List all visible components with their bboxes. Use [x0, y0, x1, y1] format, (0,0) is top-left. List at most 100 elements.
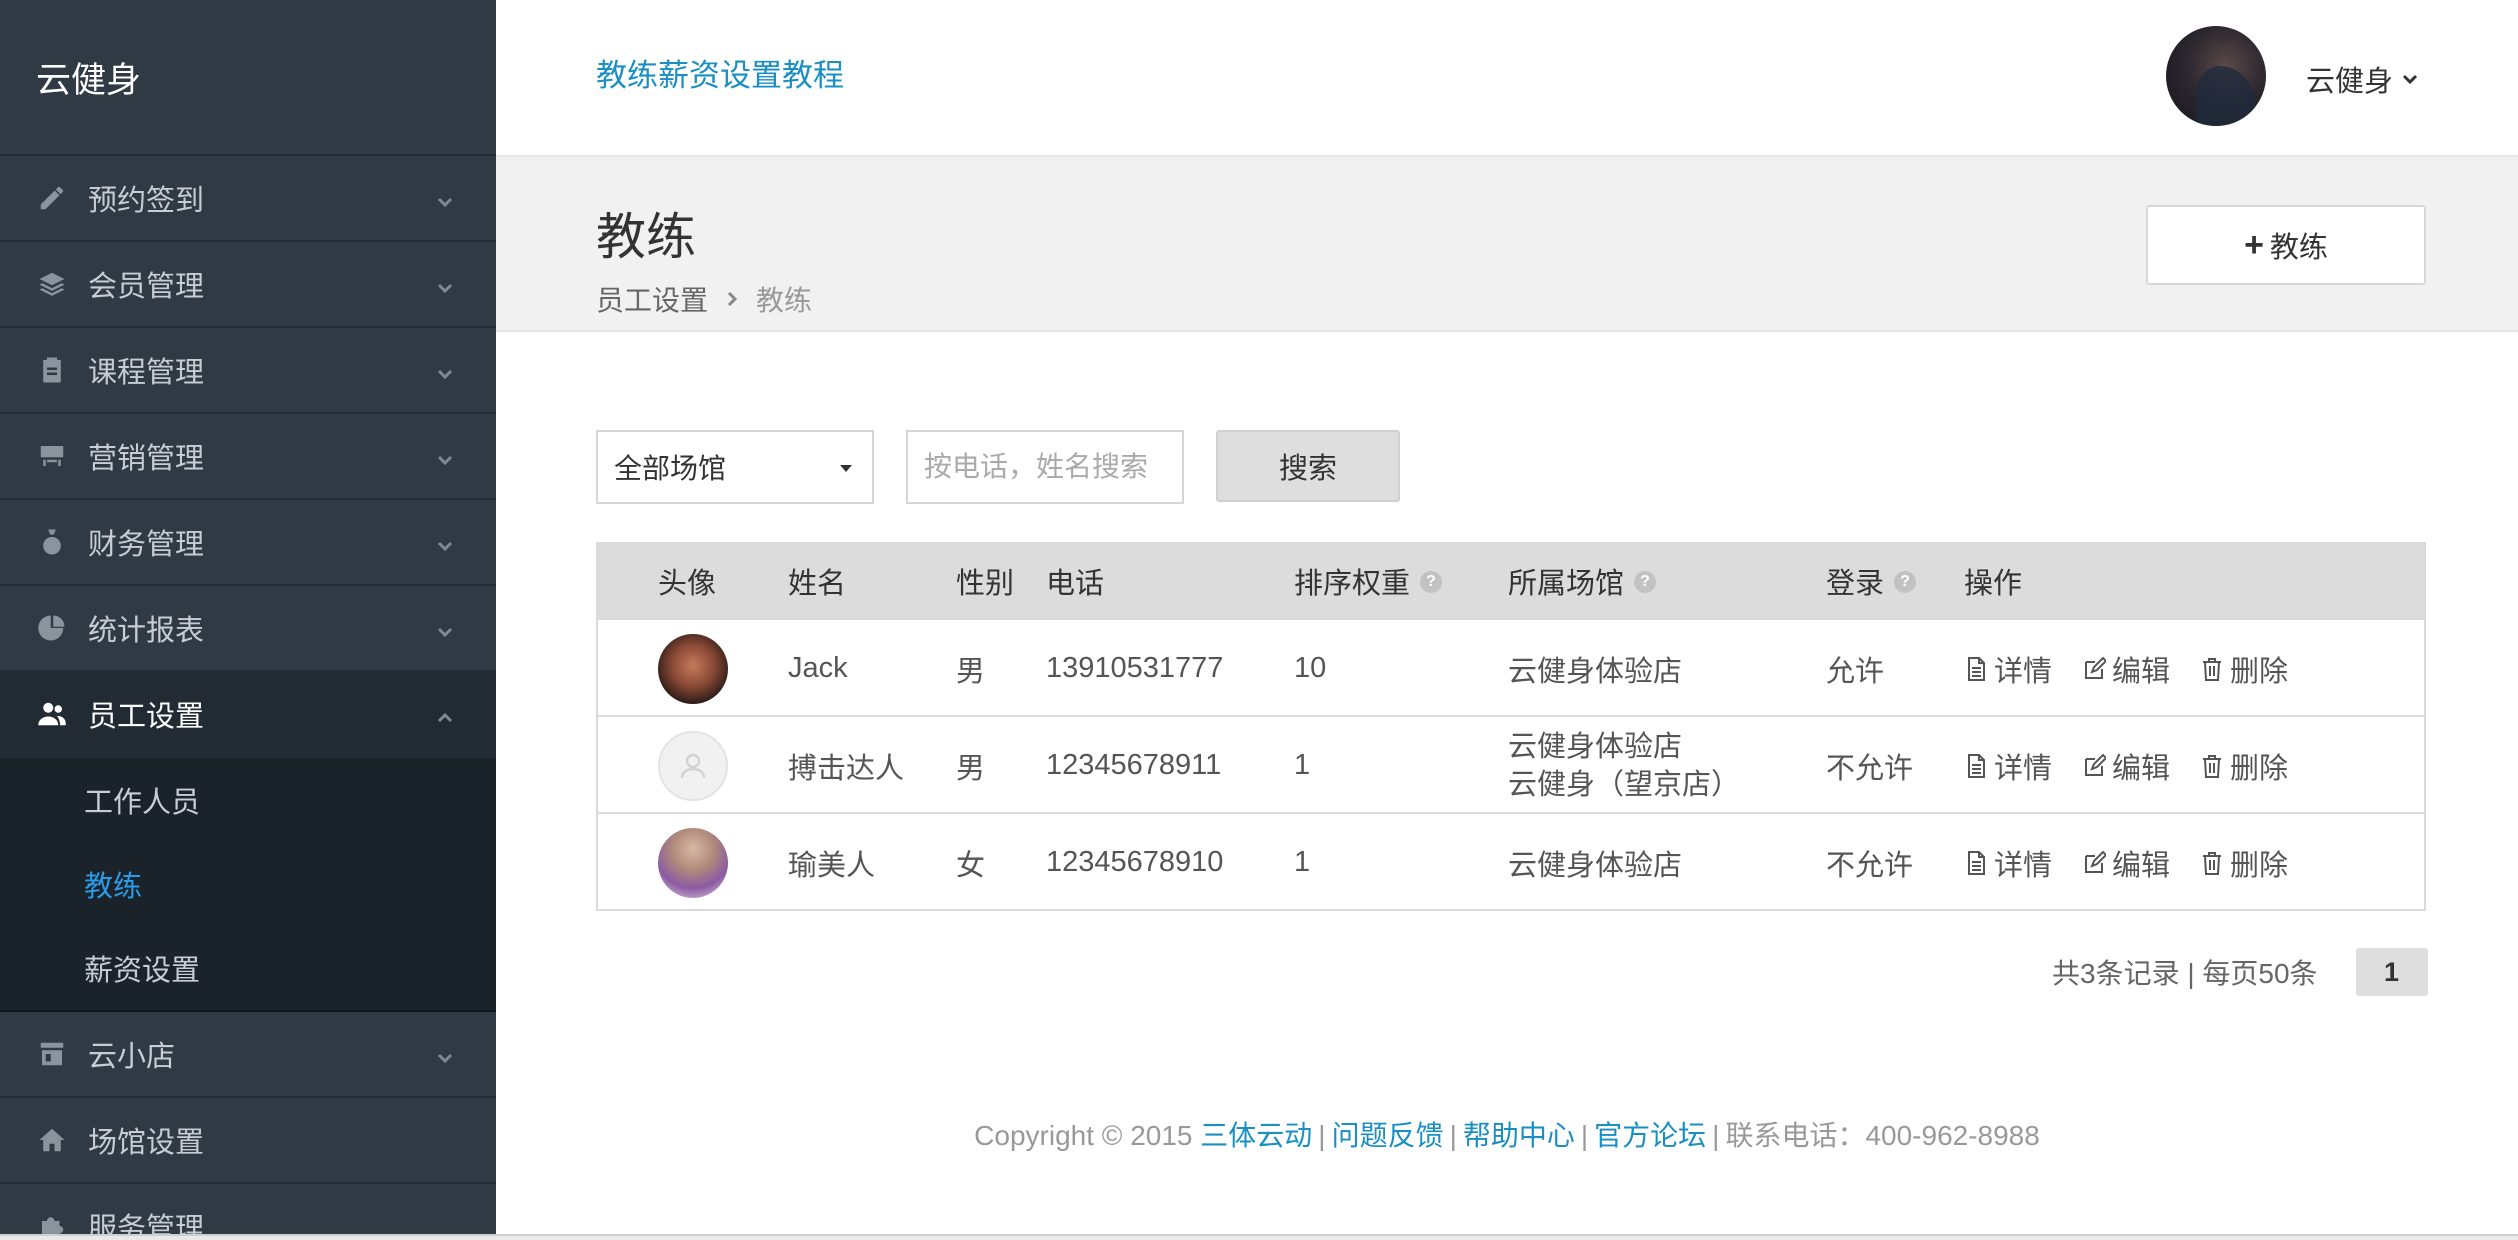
- edit-icon: [2085, 656, 2107, 679]
- help-icon[interactable]: ?: [1634, 571, 1657, 594]
- cell-gender: 男: [956, 752, 986, 785]
- col-ops: 操作: [1964, 568, 2023, 600]
- page-header: 教练 员工设置 教练 + 教练: [496, 157, 2518, 332]
- help-icon[interactable]: ?: [1420, 571, 1443, 594]
- chevron-down-icon: [434, 188, 456, 210]
- submenu-item-salary[interactable]: 薪资设置: [0, 926, 496, 1010]
- edit-button[interactable]: 编辑: [2082, 745, 2170, 787]
- col-name: 姓名: [788, 568, 847, 600]
- col-venue-label: 所属场馆: [1508, 568, 1625, 600]
- plus-icon: +: [2244, 225, 2264, 264]
- search-input[interactable]: [906, 430, 1184, 504]
- user-menu[interactable]: 云健身: [2306, 58, 2419, 100]
- col-weight: 排序权重?: [1294, 560, 1443, 602]
- trash-icon: [2203, 754, 2222, 778]
- filter-bar: 全部场馆 搜索: [596, 430, 1400, 504]
- chevron-down-icon: [434, 1044, 456, 1066]
- col-gender: 性别: [956, 568, 1015, 600]
- col-phone: 电话: [1046, 568, 1105, 600]
- venue-select[interactable]: 全部场馆: [596, 430, 874, 504]
- caret-down-icon: [840, 465, 852, 472]
- chevron-down-icon: [434, 532, 456, 554]
- chevron-down-icon: [2402, 74, 2418, 85]
- sidebar-item-booking[interactable]: 预约签到: [0, 156, 496, 242]
- sidebar-item-members[interactable]: 会员管理: [0, 242, 496, 328]
- sidebar-item-services[interactable]: 服务管理: [0, 1184, 496, 1240]
- help-icon[interactable]: ?: [1894, 571, 1917, 594]
- sidebar: 云健身 预约签到 会员管理 课程管理 营销管理 财务管理 统计报表 员工设置 工…: [0, 0, 496, 1240]
- pencil-icon: [36, 182, 68, 214]
- footer-link-feedback[interactable]: 问题反馈: [1332, 1120, 1444, 1151]
- cell-name: Jack: [788, 652, 848, 684]
- detail-button[interactable]: 详情: [1964, 745, 2052, 787]
- cell-phone: 12345678910: [1046, 846, 1224, 878]
- row-actions: 详情 编辑 删除: [1964, 814, 2318, 911]
- add-coach-button[interactable]: + 教练: [2146, 205, 2426, 285]
- top-bar: 教练薪资设置教程 云健身: [496, 0, 2518, 157]
- sidebar-item-label: 统计报表: [88, 615, 205, 647]
- copyright: Copyright © 2015: [974, 1120, 1193, 1151]
- staff-submenu: 工作人员 教练 薪资设置: [0, 758, 496, 1012]
- user-icon: [680, 753, 706, 778]
- chevron-down-icon: [434, 618, 456, 640]
- user-avatar[interactable]: [2166, 26, 2266, 126]
- table-header: 头像 姓名 性别 电话 排序权重? 所属场馆? 登录? 操作: [598, 544, 2424, 618]
- footer-link-company[interactable]: 三体云动: [1200, 1120, 1312, 1151]
- sidebar-item-reports[interactable]: 统计报表: [0, 586, 496, 672]
- submenu-item-staff[interactable]: 工作人员: [0, 758, 496, 842]
- row-actions: 详情 编辑 删除: [1964, 620, 2318, 717]
- trash-icon: [2203, 851, 2222, 875]
- breadcrumb-item-staff[interactable]: 员工设置: [596, 279, 708, 319]
- tutorial-link[interactable]: 教练薪资设置教程: [596, 50, 844, 95]
- delete-label: 删除: [2230, 849, 2289, 882]
- delete-button[interactable]: 删除: [2200, 745, 2288, 787]
- submenu-item-coach[interactable]: 教练: [0, 842, 496, 926]
- row-actions: 详情 编辑 删除: [1964, 717, 2318, 814]
- detail-button[interactable]: 详情: [1964, 648, 2052, 690]
- document-icon: [1968, 850, 1985, 875]
- avatar: [658, 827, 728, 898]
- cell-name: 搏击达人: [788, 752, 905, 785]
- sidebar-item-finance[interactable]: 财务管理: [0, 500, 496, 586]
- col-weight-label: 排序权重: [1294, 568, 1411, 600]
- footer: Copyright © 2015 三体云动 | 问题反馈 | 帮助中心 | 官方论坛 | 联系电…: [974, 1120, 2040, 1151]
- money-bag-icon: [36, 526, 68, 558]
- trash-icon: [2203, 657, 2222, 681]
- sidebar-item-label: 场馆设置: [88, 1127, 205, 1159]
- cell-weight: 1: [1294, 749, 1311, 781]
- cell-login: 不允许: [1826, 849, 1914, 882]
- sidebar-item-courses[interactable]: 课程管理: [0, 328, 496, 414]
- edit-label: 编辑: [2112, 752, 2171, 785]
- footer-link-forum[interactable]: 官方论坛: [1594, 1120, 1706, 1151]
- sidebar-item-label: 财务管理: [88, 529, 205, 561]
- cell-venue: 云健身体验店: [1508, 849, 1683, 882]
- sidebar-item-marketing[interactable]: 营销管理: [0, 414, 496, 500]
- edit-button[interactable]: 编辑: [2082, 842, 2170, 884]
- edit-button[interactable]: 编辑: [2082, 648, 2170, 690]
- pagination: 共3条记录 | 每页50条 1: [2052, 948, 2428, 996]
- sidebar-item-staff[interactable]: 员工设置: [0, 672, 496, 758]
- shop-icon: [36, 1038, 68, 1070]
- delete-label: 删除: [2230, 655, 2289, 688]
- sidebar-item-mini-shop[interactable]: 云小店: [0, 1012, 496, 1098]
- delete-button[interactable]: 删除: [2200, 842, 2288, 884]
- search-button[interactable]: 搜索: [1216, 430, 1400, 502]
- breadcrumb: 员工设置 教练: [596, 279, 812, 319]
- page-button-current[interactable]: 1: [2355, 948, 2428, 996]
- delete-button[interactable]: 删除: [2200, 648, 2288, 690]
- layers-icon: [36, 268, 68, 300]
- footer-link-help[interactable]: 帮助中心: [1463, 1120, 1575, 1151]
- table-row: 搏击达人 男 12345678911 1 云健身体验店 云健身（望京店） 不允许…: [598, 715, 2424, 812]
- sidebar-item-label: 课程管理: [88, 357, 205, 389]
- edit-label: 编辑: [2112, 655, 2171, 688]
- col-avatar: 头像: [658, 568, 717, 600]
- sidebar-item-label: 员工设置: [88, 701, 205, 733]
- cell-gender: 女: [956, 849, 986, 882]
- brand-logo[interactable]: 云健身: [0, 0, 496, 156]
- home-icon: [36, 1124, 68, 1156]
- cell-weight: 10: [1294, 652, 1327, 684]
- avatar: [658, 633, 728, 704]
- detail-button[interactable]: 详情: [1964, 842, 2052, 884]
- sidebar-item-venue-settings[interactable]: 场馆设置: [0, 1098, 496, 1184]
- edit-label: 编辑: [2112, 849, 2171, 882]
